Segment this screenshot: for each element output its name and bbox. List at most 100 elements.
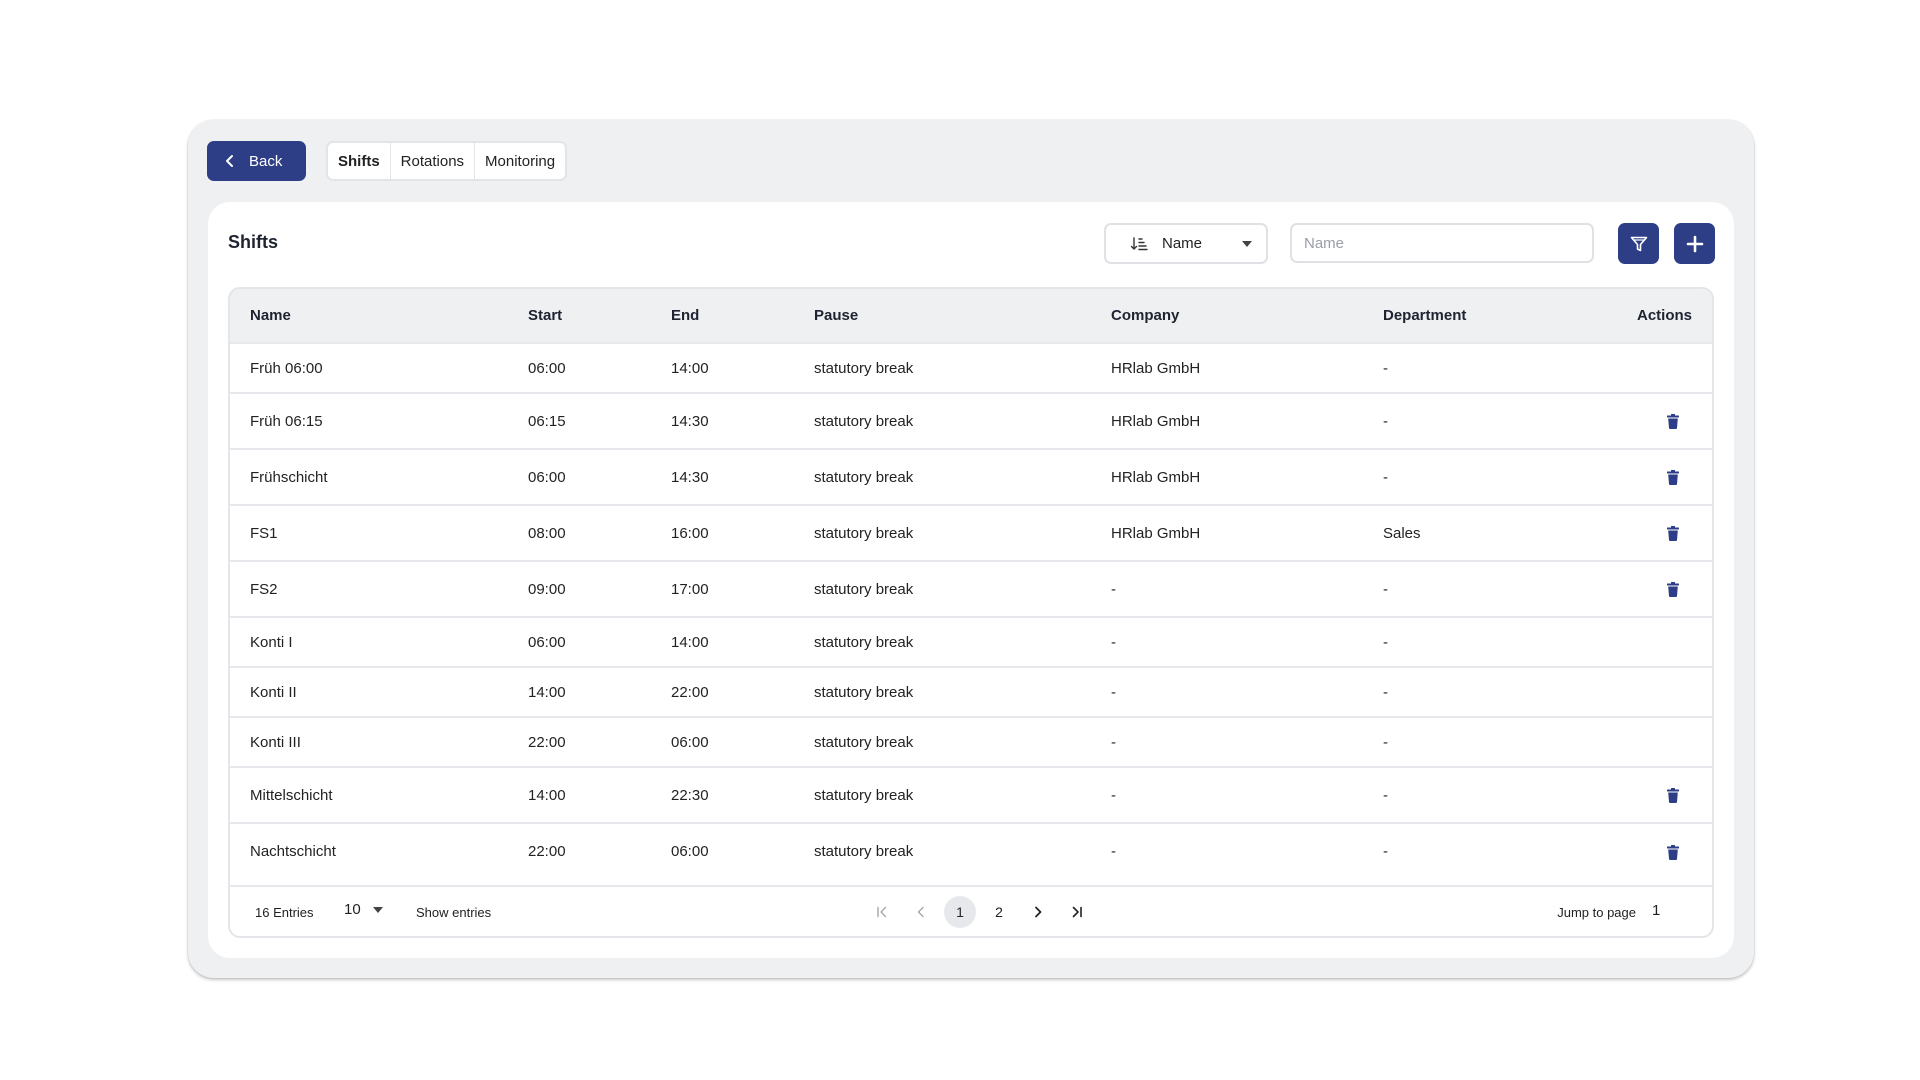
column-header-end[interactable]: End xyxy=(651,289,794,343)
column-header-pause[interactable]: Pause xyxy=(794,289,1091,343)
cell-start: 22:00 xyxy=(508,716,651,767)
cell-company: HRlab GmbH xyxy=(1091,392,1363,449)
cell-department: - xyxy=(1363,766,1583,823)
cell-end: 14:00 xyxy=(651,342,794,393)
table-row[interactable]: Frühschicht 06:00 14:30 statutory break HRla… xyxy=(230,448,1712,505)
cell-actions xyxy=(1583,342,1712,393)
chevron-left-icon xyxy=(226,155,233,167)
page-navigation: 1 2 xyxy=(866,896,1093,928)
trash-icon[interactable] xyxy=(1666,526,1680,542)
jump-to-page-input[interactable]: 1 xyxy=(1652,902,1672,919)
sort-ascending-icon xyxy=(1130,236,1148,250)
column-header-department[interactable]: Department xyxy=(1363,289,1583,343)
page-button-1[interactable]: 1 xyxy=(944,896,976,928)
table-row[interactable]: Früh 06:00 06:00 14:00 statutory break HRlab… xyxy=(230,342,1712,393)
cell-start: 22:00 xyxy=(508,822,651,879)
cell-name: Früh 06:15 xyxy=(230,392,508,449)
trash-icon[interactable] xyxy=(1666,470,1680,486)
cell-name: Mittelschicht xyxy=(230,766,508,823)
cell-start: 08:00 xyxy=(508,504,651,561)
cell-pause: statutory break xyxy=(794,342,1091,393)
page-button-2[interactable]: 2 xyxy=(983,896,1015,928)
app-window: Back Shifts Rotations Monitoring Shifts … xyxy=(188,120,1754,978)
cell-actions xyxy=(1583,560,1712,617)
cell-name: Konti III xyxy=(230,716,508,767)
tab-rotations[interactable]: Rotations xyxy=(391,143,476,179)
cell-end: 14:30 xyxy=(651,448,794,505)
previous-page-button[interactable] xyxy=(905,896,937,928)
cell-name: Nachtschicht xyxy=(230,822,508,879)
cell-end: 14:30 xyxy=(651,392,794,449)
cell-department: - xyxy=(1363,448,1583,505)
cell-department: - xyxy=(1363,822,1583,879)
column-header-name[interactable]: Name xyxy=(230,289,508,343)
cell-end: 06:00 xyxy=(651,822,794,879)
table-row[interactable]: FS1 08:00 16:00 statutory break HRlab GmbH Sa… xyxy=(230,504,1712,561)
tab-shifts[interactable]: Shifts xyxy=(328,143,391,179)
cell-start: 14:00 xyxy=(508,666,651,717)
caret-down-icon xyxy=(372,906,383,913)
cell-start: 14:00 xyxy=(508,766,651,823)
tab-monitoring[interactable]: Monitoring xyxy=(475,143,565,179)
cell-end: 16:00 xyxy=(651,504,794,561)
filter-button[interactable] xyxy=(1618,223,1659,264)
first-page-button[interactable] xyxy=(866,896,898,928)
column-header-company[interactable]: Company xyxy=(1091,289,1363,343)
last-page-button[interactable] xyxy=(1061,896,1093,928)
cell-start: 06:15 xyxy=(508,392,651,449)
cell-department: - xyxy=(1363,666,1583,717)
sort-select[interactable]: Name xyxy=(1104,223,1268,264)
caret-down-icon xyxy=(1242,240,1252,247)
table-row[interactable]: Konti I 06:00 14:00 statutory break - - xyxy=(230,616,1712,667)
back-button-label: Back xyxy=(249,152,283,170)
cell-department: - xyxy=(1363,392,1583,449)
sort-select-value: Name xyxy=(1162,235,1203,252)
cell-department: - xyxy=(1363,560,1583,617)
trash-icon[interactable] xyxy=(1666,414,1680,430)
cell-name: Früh 06:00 xyxy=(230,342,508,393)
entries-count: 16 Entries xyxy=(255,905,314,920)
cell-end: 22:30 xyxy=(651,766,794,823)
cell-actions xyxy=(1583,666,1712,717)
add-shift-button[interactable] xyxy=(1674,223,1715,264)
table-row[interactable]: Früh 06:15 06:15 14:30 statutory break HRlab… xyxy=(230,392,1712,449)
pagination-bar: 16 Entries 10 Show entries 1 2 Jump to p… xyxy=(230,885,1712,936)
back-button[interactable]: Back xyxy=(207,141,306,181)
table-row[interactable]: Nachtschicht 22:00 06:00 statutory break - - xyxy=(230,822,1712,879)
chevron-left-icon xyxy=(917,906,924,918)
page-title: Shifts xyxy=(228,232,279,252)
cell-actions xyxy=(1583,822,1712,879)
cell-actions xyxy=(1583,448,1712,505)
cell-pause: statutory break xyxy=(794,666,1091,717)
cell-company: HRlab GmbH xyxy=(1091,342,1363,393)
section-tabs: Shifts Rotations Monitoring xyxy=(326,141,568,181)
cell-department: - xyxy=(1363,342,1583,393)
name-search-input[interactable] xyxy=(1290,223,1594,263)
cell-pause: statutory break xyxy=(794,716,1091,767)
column-header-actions: Actions xyxy=(1636,307,1692,324)
cell-pause: statutory break xyxy=(794,616,1091,667)
cell-department: - xyxy=(1363,616,1583,667)
show-entries-label: Show entries xyxy=(416,905,492,920)
trash-icon[interactable] xyxy=(1666,844,1680,860)
per-page-select[interactable]: 10 xyxy=(344,901,383,918)
next-page-button[interactable] xyxy=(1022,896,1054,928)
trash-icon[interactable] xyxy=(1666,582,1680,598)
cell-company: - xyxy=(1091,766,1363,823)
cell-start: 06:00 xyxy=(508,616,651,667)
table-row[interactable]: Konti III 22:00 06:00 statutory break - - xyxy=(230,716,1712,767)
plus-icon xyxy=(1686,235,1703,252)
cell-actions xyxy=(1583,766,1712,823)
table-header-row: Name Start End Pause Company Department … xyxy=(230,289,1712,343)
column-header-start[interactable]: Start xyxy=(508,289,651,343)
table-row[interactable]: Mittelschicht 14:00 22:30 statutory break - - xyxy=(230,766,1712,823)
table-row[interactable]: Konti II 14:00 22:00 statutory break - - xyxy=(230,666,1712,717)
last-page-icon xyxy=(1072,906,1082,918)
cell-actions xyxy=(1583,716,1712,767)
table-row[interactable]: FS2 09:00 17:00 statutory break - - xyxy=(230,560,1712,617)
first-page-icon xyxy=(877,906,887,918)
cell-actions xyxy=(1583,392,1712,449)
cell-name: FS2 xyxy=(230,560,508,617)
cell-pause: statutory break xyxy=(794,822,1091,879)
trash-icon[interactable] xyxy=(1666,788,1680,804)
